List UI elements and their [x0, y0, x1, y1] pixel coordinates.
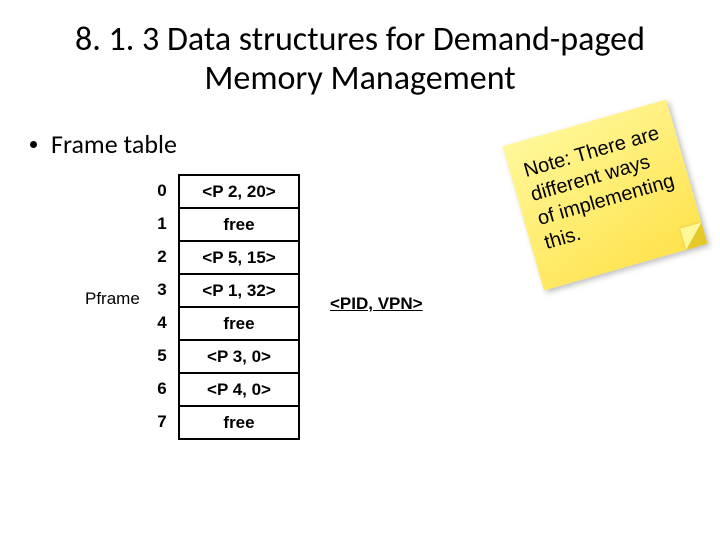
frame-table-cell: <P 4, 0> [179, 373, 299, 406]
frame-table-cell: <P 5, 15> [179, 241, 299, 274]
frame-table-cell: <P 1, 32> [179, 274, 299, 307]
index-cell: 5 [150, 339, 174, 372]
bullet-dot-icon [30, 141, 37, 148]
sticky-note-text: Note: There are different ways of implem… [521, 122, 677, 254]
index-cell: 4 [150, 306, 174, 339]
frame-table-cell: free [179, 307, 299, 340]
frame-table-cell: <P 2, 20> [179, 175, 299, 208]
index-cell: 7 [150, 405, 174, 438]
bullet-text: Frame table [51, 128, 177, 160]
index-cell: 0 [150, 174, 174, 207]
index-column: 0 1 2 3 4 5 6 7 [150, 174, 174, 438]
index-cell: 2 [150, 240, 174, 273]
legend-text: <PID, VPN> [330, 294, 423, 314]
frame-table: <P 2, 20> free <P 5, 15> <P 1, 32> free … [178, 174, 300, 440]
index-cell: 6 [150, 372, 174, 405]
index-cell: 3 [150, 273, 174, 306]
pframe-label: Pframe [85, 289, 140, 309]
frame-table-cell: free [179, 406, 299, 439]
frame-table-cell: <P 3, 0> [179, 340, 299, 373]
index-cell: 1 [150, 207, 174, 240]
slide-title: 8. 1. 3 Data structures for Demand-paged… [0, 0, 720, 108]
frame-table-cell: free [179, 208, 299, 241]
